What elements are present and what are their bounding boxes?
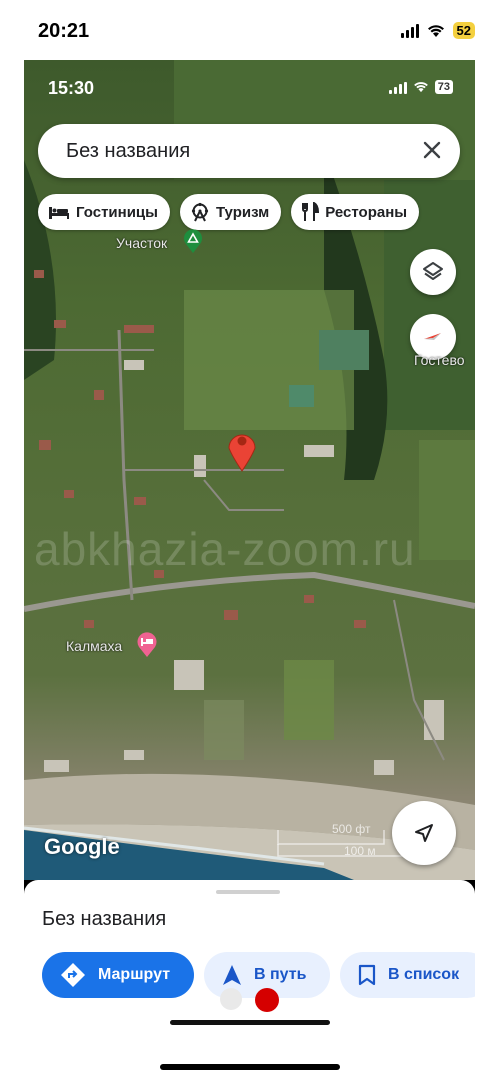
chip-tourism[interactable]: Туризм — [179, 194, 282, 230]
inner-cellular-signal-icon — [388, 80, 407, 94]
red-dot — [255, 988, 279, 1012]
layers-icon — [423, 262, 443, 280]
search-input[interactable]: Без названия — [66, 140, 190, 163]
outer-status-icons: 52 — [400, 22, 475, 39]
scale-label-ft: 500 фт — [332, 822, 371, 836]
outer-status-bar: 20:21 52 — [0, 0, 499, 60]
outer-clock: 20:21 — [38, 20, 90, 42]
wifi-icon — [427, 24, 445, 38]
cellular-signal-icon — [400, 23, 419, 38]
navigation-arrow-icon — [415, 824, 433, 842]
inner-status-icons: 73 — [388, 80, 453, 94]
location-pin-icon[interactable] — [226, 426, 258, 472]
place-title: Без названия — [42, 908, 167, 930]
scale-label-m: 100 м — [344, 844, 376, 858]
inner-battery-level: 73 — [434, 80, 453, 94]
chip-restaurants-label: Рестораны — [325, 203, 408, 221]
poi-tourism-icon[interactable] — [182, 228, 204, 254]
battery-level: 52 — [452, 22, 475, 39]
chip-tourism-label: Туризм — [215, 203, 270, 221]
category-chips: Гостиницы Туризм Рестораны — [38, 194, 420, 230]
maps-screenshot: 15:30 73 Без названия Гостиницы Туризм Р… — [24, 60, 475, 1040]
my-location-button[interactable] — [392, 801, 456, 865]
bookmark-icon — [358, 964, 376, 986]
chip-restaurants[interactable]: Рестораны — [291, 194, 420, 230]
inner-home-indicator[interactable] — [170, 1020, 330, 1025]
place-bottom-sheet: Без названия Маршрут В путь В список — [24, 880, 475, 1040]
google-logo: Google — [44, 834, 120, 859]
save-button-label: В список — [388, 966, 460, 983]
map-label-gostevo: Гостево — [414, 352, 465, 368]
outer-home-indicator[interactable] — [160, 1064, 340, 1070]
gray-dot — [220, 988, 242, 1010]
directions-icon — [61, 963, 85, 987]
watermark: abkhazia-zoom.ru — [34, 523, 416, 575]
sheet-drag-handle[interactable] — [216, 890, 280, 894]
save-to-list-button[interactable]: В список — [340, 952, 475, 998]
navigation-arrow-icon — [223, 965, 241, 985]
search-bar[interactable]: Без названия — [38, 124, 460, 178]
route-button[interactable]: Маршрут — [42, 952, 194, 998]
inner-status-bar: 15:30 73 — [24, 60, 475, 116]
start-button-label: В путь — [254, 966, 307, 983]
inner-clock: 15:30 — [48, 78, 95, 98]
inner-wifi-icon — [413, 82, 428, 93]
bed-icon — [49, 207, 69, 219]
chip-hotels-label: Гостиницы — [76, 203, 158, 221]
map-label-kalmakha: Калмаха — [66, 638, 123, 654]
satellite-map[interactable]: 15:30 73 Без названия Гостиницы Туризм Р… — [24, 60, 475, 880]
compass-icon — [424, 333, 441, 340]
layers-button[interactable] — [410, 249, 456, 295]
fork-knife-icon — [302, 202, 320, 221]
chip-hotels[interactable]: Гостиницы — [38, 194, 170, 230]
poi-hotel-icon[interactable] — [136, 630, 158, 658]
route-button-label: Маршрут — [98, 966, 171, 983]
map-label-uchastok: Участок — [116, 235, 168, 251]
close-icon[interactable] — [420, 138, 444, 162]
ferris-wheel-icon — [191, 202, 209, 222]
